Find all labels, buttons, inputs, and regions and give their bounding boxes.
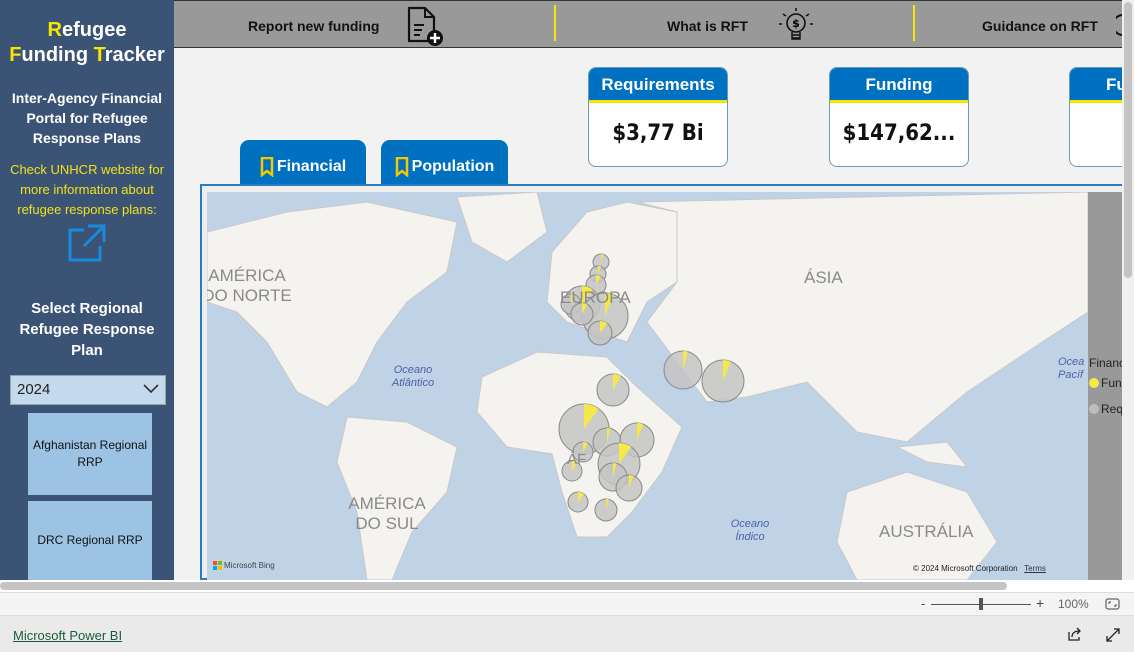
- map-label-africa: ÁF: [567, 451, 587, 468]
- bing-text: Microsoft Bing: [224, 561, 275, 570]
- terms-link[interactable]: Terms: [1024, 564, 1046, 573]
- legend-label: Fun: [1101, 376, 1122, 390]
- unhcr-note: Check UNHCR website for more information…: [10, 162, 164, 217]
- map-label-australia: AUSTRÁLIA: [879, 522, 974, 541]
- vertical-scroll-thumb[interactable]: [1124, 2, 1132, 278]
- zoom-slider-handle[interactable]: [979, 598, 983, 610]
- map-legend: Financ Fun Req: [1088, 192, 1122, 580]
- map-label-atlantic: Oceano Atlântico: [391, 364, 435, 389]
- year-dropdown[interactable]: 2024: [10, 375, 166, 405]
- legend-label: Req: [1101, 402, 1122, 416]
- land-greenland: [456, 192, 548, 263]
- vertical-scrollbar[interactable]: [1122, 0, 1134, 580]
- map-label-europe: EUROPA: [560, 288, 631, 307]
- card-value: $147,62...: [842, 121, 956, 146]
- legend-item-requirements[interactable]: Req: [1089, 402, 1122, 416]
- legend-dot: [1089, 378, 1099, 388]
- title-part: racker: [104, 44, 165, 66]
- nav-separator: [913, 5, 915, 41]
- year-value: 2024: [17, 381, 51, 398]
- share-icon[interactable]: [1067, 627, 1082, 641]
- footer: Microsoft Power BI: [0, 616, 1134, 652]
- tab-population[interactable]: Population: [381, 140, 508, 186]
- plan-button-afghanistan[interactable]: Afghanistan Regional RRP: [28, 413, 152, 495]
- horizontal-scroll-thumb[interactable]: [0, 582, 1007, 590]
- nav-separator: [554, 5, 556, 41]
- bookmark-icon: [260, 157, 274, 177]
- fit-to-page-icon[interactable]: [1105, 598, 1120, 610]
- chevron-down-icon: [143, 384, 159, 394]
- subtitle: Inter-Agency Financial Portal for Refuge…: [11, 90, 163, 146]
- funding-card: Funding $147,62...: [829, 67, 969, 167]
- app-title: Refugee Funding Tracker: [0, 18, 174, 68]
- legend-dot: [1089, 404, 1099, 414]
- legend-item-funding[interactable]: Fun: [1089, 376, 1122, 390]
- map-copyright: © 2024 Microsoft Corporation Terms: [913, 564, 1046, 573]
- map-label-asia: ÁSIA: [804, 268, 843, 287]
- funded-card: Fu: [1069, 67, 1129, 167]
- map-label-pacific: Ocea Pacíf: [1058, 356, 1085, 381]
- requirements-card: Requirements $3,77 Bi: [588, 67, 728, 167]
- bookmark-icon: [395, 157, 408, 177]
- land-asia: [636, 192, 1088, 443]
- title-initial: T: [93, 44, 105, 66]
- document-add-icon[interactable]: [406, 5, 446, 47]
- lightbulb-dollar-icon[interactable]: $: [778, 6, 814, 46]
- external-link-icon[interactable]: [66, 222, 108, 264]
- title-part: efugee: [61, 19, 127, 41]
- card-title: Fu: [1070, 68, 1129, 103]
- card-title: Funding: [830, 68, 968, 103]
- title-initial: F: [9, 44, 22, 66]
- zoom-bar: - + 100%: [0, 592, 1134, 616]
- horizontal-scrollbar[interactable]: [0, 580, 1134, 592]
- card-value: $3,77 Bi: [612, 121, 704, 146]
- map-label-indian: Oceano Índico: [730, 518, 770, 543]
- fullscreen-icon[interactable]: [1106, 628, 1120, 642]
- zoom-level: 100%: [1058, 597, 1089, 611]
- plan-button-drc[interactable]: DRC Regional RRP: [28, 501, 152, 580]
- zoom-in-button[interactable]: +: [1036, 595, 1044, 611]
- title-initial: R: [47, 19, 62, 41]
- nav-guidance-rft[interactable]: Guidance on RFT: [982, 18, 1098, 34]
- map[interactable]: AMÉRICA DO NORTE EUROPA ÁSIA ÁF Oceano A…: [207, 192, 1088, 580]
- card-title: Requirements: [589, 68, 727, 103]
- title-part: unding: [21, 44, 94, 66]
- zoom-out-button[interactable]: -: [921, 596, 925, 611]
- nav-what-is-rft[interactable]: What is RFT: [667, 18, 748, 34]
- power-bi-link[interactable]: Microsoft Power BI: [13, 628, 122, 643]
- map-label-south-america: AMÉRICA DO SUL: [348, 494, 426, 533]
- tab-financial[interactable]: Financial: [240, 140, 366, 186]
- select-plan-label: Select Regional Refugee Response Plan: [19, 300, 155, 359]
- land-new-guinea: [895, 441, 969, 468]
- bing-logo: Microsoft Bing: [213, 561, 275, 570]
- copyright-text: © 2024 Microsoft Corporation: [913, 564, 1018, 573]
- nav-report-funding[interactable]: Report new funding: [248, 18, 379, 34]
- svg-text:$: $: [792, 17, 800, 30]
- map-label-north-america: AMÉRICA DO NORTE: [207, 266, 292, 305]
- top-nav-bar: Report new funding What is RFT $ Guidanc…: [174, 0, 1124, 48]
- legend-title: Financ: [1089, 356, 1122, 370]
- sidebar: Refugee Funding Tracker Inter-Agency Fin…: [0, 0, 174, 580]
